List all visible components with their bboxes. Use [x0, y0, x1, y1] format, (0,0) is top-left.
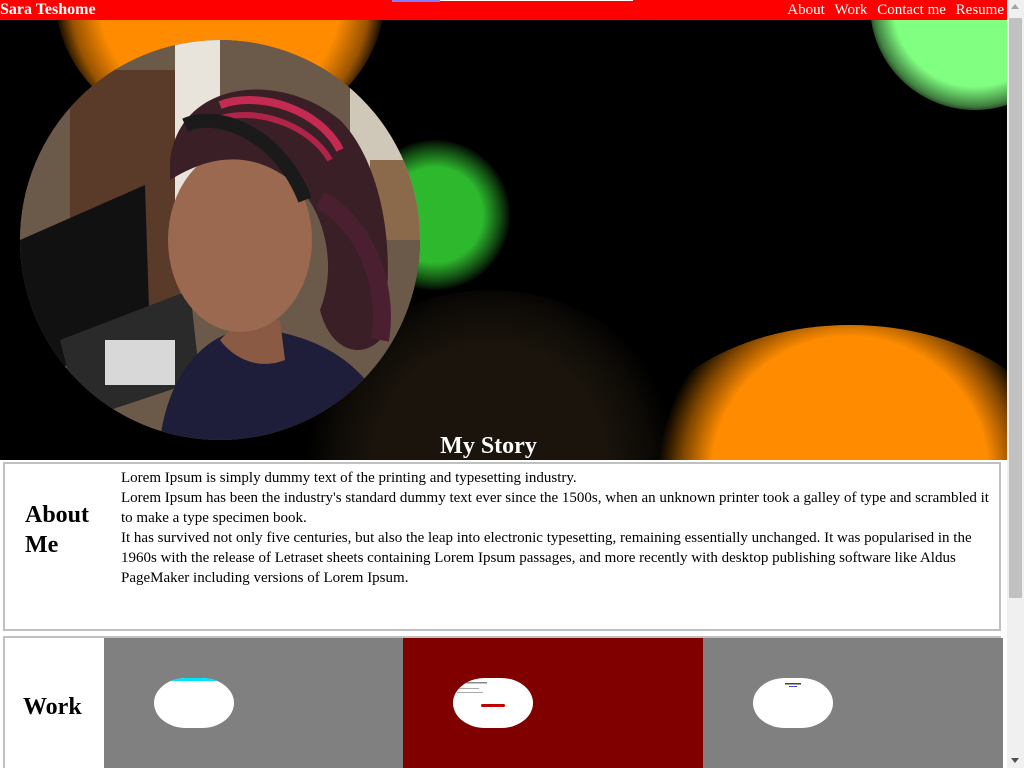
- project-thumbnail[interactable]: [154, 678, 234, 728]
- work-card[interactable]: [104, 638, 404, 768]
- nav-link-resume[interactable]: Resume: [956, 2, 1004, 18]
- main-nav: About Work Contact me Resume: [781, 1, 1004, 19]
- page: Sara Teshome About Work Contact me Resum…: [0, 0, 1007, 768]
- profile-photo: [20, 40, 420, 440]
- about-section: About Me Lorem Ipsum is simply dummy tex…: [3, 462, 1001, 631]
- vertical-scrollbar[interactable]: [1007, 0, 1024, 768]
- project-thumbnail[interactable]: [753, 678, 833, 728]
- project-thumbnail[interactable]: [453, 678, 533, 728]
- about-paragraph: Lorem Ipsum has been the industry's stan…: [121, 490, 989, 526]
- header-tab-line: [440, 0, 633, 1]
- work-section: Work: [3, 636, 1003, 768]
- nav-link-work[interactable]: Work: [834, 2, 867, 18]
- nav-link-about[interactable]: About: [787, 2, 825, 18]
- about-paragraph: It has survived not only five centuries,…: [121, 530, 972, 586]
- work-card[interactable]: [403, 638, 703, 768]
- hero-title: My Story: [440, 433, 537, 459]
- work-card[interactable]: [703, 638, 1003, 768]
- scrollbar-thumb[interactable]: [1009, 18, 1022, 598]
- about-paragraph: Lorem Ipsum is simply dummy text of the …: [121, 470, 577, 486]
- scroll-up-arrow-icon[interactable]: [1011, 4, 1019, 9]
- about-text: Lorem Ipsum is simply dummy text of the …: [121, 468, 1001, 588]
- hero-banner: My Story: [0, 20, 1007, 460]
- site-header: Sara Teshome About Work Contact me Resum…: [0, 0, 1007, 20]
- nav-link-contact[interactable]: Contact me: [877, 2, 946, 18]
- about-heading: About Me: [25, 502, 90, 558]
- header-tab-indicator: [392, 0, 440, 2]
- work-heading: Work: [23, 694, 82, 720]
- scroll-down-arrow-icon[interactable]: [1011, 758, 1019, 763]
- site-brand[interactable]: Sara Teshome: [0, 1, 96, 19]
- bokeh-light-green: [870, 20, 1007, 110]
